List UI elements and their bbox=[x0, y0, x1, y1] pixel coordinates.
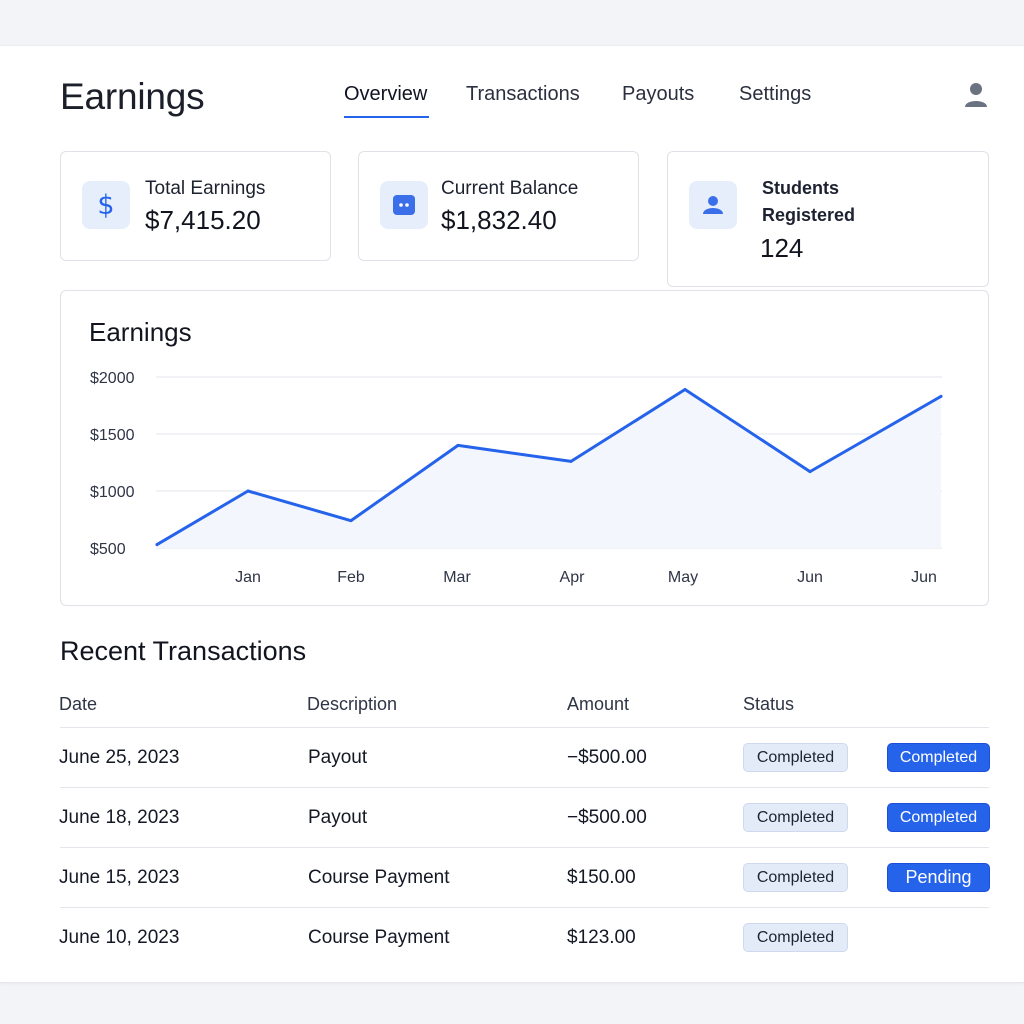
tab-payouts[interactable]: Payouts bbox=[622, 83, 694, 106]
y-tick-label: $500 bbox=[90, 541, 126, 558]
status-badge: Completed bbox=[743, 743, 848, 772]
table-row[interactable]: June 18, 2023 Payout −$500.00 Completed … bbox=[59, 788, 990, 848]
data-point bbox=[349, 519, 353, 523]
cell-amount: −$500.00 bbox=[567, 807, 647, 828]
user-icon bbox=[965, 83, 987, 107]
column-header-date: Date bbox=[59, 694, 98, 714]
cell-amount: $123.00 bbox=[567, 927, 636, 948]
status-badge: Completed bbox=[743, 803, 848, 832]
status-button[interactable]: Completed bbox=[887, 743, 990, 772]
stat-label: Current Balance bbox=[441, 178, 579, 199]
section-title-recent-transactions: Recent Transactions bbox=[60, 636, 307, 666]
stat-value: $1,832.40 bbox=[441, 205, 557, 235]
status-button[interactable]: Pending bbox=[887, 863, 990, 892]
x-tick-label: Mar bbox=[443, 569, 471, 586]
cell-description: Payout bbox=[308, 747, 368, 768]
cell-date: June 18, 2023 bbox=[59, 807, 180, 828]
cell-description: Payout bbox=[308, 807, 368, 828]
data-point bbox=[155, 543, 159, 547]
data-point bbox=[808, 470, 812, 474]
stat-label: Total Earnings bbox=[145, 178, 266, 199]
x-tick-label: Feb bbox=[337, 569, 365, 586]
stat-card-current-balance: Current Balance $1,832.40 bbox=[358, 151, 639, 261]
cell-amount: $150.00 bbox=[567, 867, 636, 888]
stat-value: 124 bbox=[760, 233, 804, 263]
stat-label-line1: Students bbox=[762, 178, 840, 198]
wallet-icon bbox=[380, 181, 428, 229]
table-row[interactable]: June 15, 2023 Course Payment $150.00 Com… bbox=[59, 848, 990, 908]
data-point bbox=[246, 489, 250, 493]
data-point bbox=[683, 388, 687, 392]
earnings-chart: $2000 $1500 $1000 $500 Jan Feb Mar Apr May Jun Jun bbox=[90, 370, 943, 586]
x-tick-label: May bbox=[668, 569, 698, 586]
user-avatar-button[interactable] bbox=[962, 80, 990, 110]
page-title: Earnings bbox=[60, 76, 205, 117]
table-row[interactable]: June 25, 2023 Payout −$500.00 Completed … bbox=[59, 728, 990, 788]
chart-area-fill bbox=[157, 389, 941, 548]
user-icon bbox=[689, 181, 737, 229]
column-header-status: Status bbox=[743, 694, 795, 714]
y-tick-label: $1000 bbox=[90, 484, 135, 501]
earnings-chart-card: Earnings $2000 $1500 $1000 $500 Jan Feb Mar Apr… bbox=[60, 290, 989, 606]
cell-date: June 10, 2023 bbox=[59, 927, 180, 948]
x-tick-label: Apr bbox=[560, 569, 586, 586]
cell-description: Course Payment bbox=[308, 927, 450, 948]
tab-settings[interactable]: Settings bbox=[739, 83, 811, 106]
svg-text:$: $ bbox=[97, 190, 114, 221]
status-badge: Completed bbox=[743, 863, 848, 892]
x-tick-label: Jun bbox=[797, 569, 823, 586]
column-header-amount: Amount bbox=[567, 694, 630, 714]
table-row[interactable]: June 10, 2023 Course Payment $123.00 Com… bbox=[59, 908, 989, 968]
cell-date: June 25, 2023 bbox=[59, 747, 180, 768]
cell-date: June 15, 2023 bbox=[59, 867, 180, 888]
stat-label-line2: Registered bbox=[762, 205, 856, 225]
tab-overview[interactable]: Overview bbox=[344, 83, 427, 106]
status-button[interactable]: Completed bbox=[887, 803, 990, 832]
y-tick-label: $2000 bbox=[90, 370, 135, 387]
x-tick-label: Jan bbox=[235, 569, 261, 586]
cell-amount: −$500.00 bbox=[567, 747, 647, 768]
stat-card-students-registered: Students Registered 124 bbox=[667, 151, 989, 287]
tab-transactions[interactable]: Transactions bbox=[466, 83, 580, 106]
status-badge: Completed bbox=[743, 923, 848, 952]
active-tab-indicator bbox=[344, 116, 429, 118]
stat-card-total-earnings: $ Total Earnings $7,415.20 bbox=[60, 151, 331, 261]
data-point bbox=[939, 394, 943, 398]
stat-value: $7,415.20 bbox=[145, 205, 261, 235]
data-point bbox=[569, 459, 573, 463]
data-point bbox=[456, 443, 460, 447]
dollar-icon: $ bbox=[82, 181, 130, 229]
cell-description: Course Payment bbox=[308, 867, 450, 888]
x-tick-label: Jun bbox=[911, 569, 937, 586]
y-tick-label: $1500 bbox=[90, 427, 135, 444]
column-header-description: Description bbox=[307, 694, 398, 714]
